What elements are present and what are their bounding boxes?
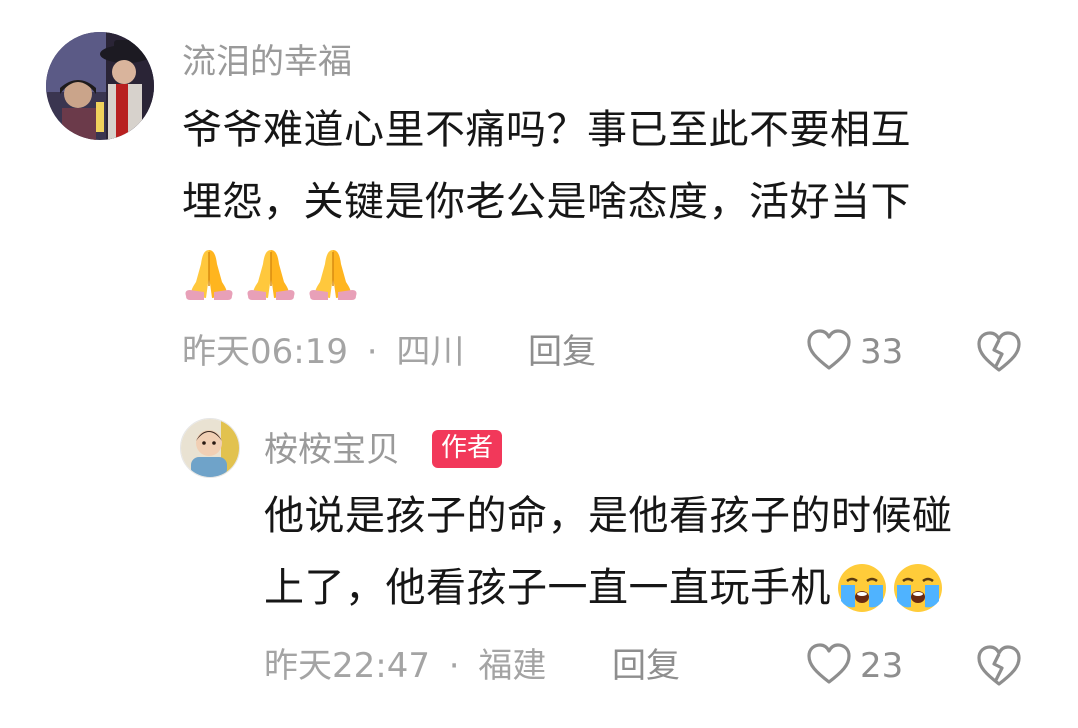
meta-separator: · [366,332,378,372]
reply-line-with-emoji: 上了，他看孩子一直一直玩手机 [264,552,953,624]
reply-line: 他说是孩子的命，是他看孩子的时候碰 [264,493,953,539]
folded-hands-emoji [182,246,236,302]
dislike-button[interactable] [976,644,1022,692]
like-count: 33 [860,332,904,372]
reply-time: 昨天22:47 [264,646,430,686]
comment-line: 爷爷难道心里不痛吗？事已至此不要相互 [182,107,911,153]
broken-heart-outline-icon [976,645,1022,692]
comment-thread: 流泪的幸福 爷爷难道心里不痛吗？事已至此不要相互 埋怨，关键是你老公是啥态度，活… [0,0,1078,728]
heart-outline-icon [806,328,852,376]
broken-heart-outline-icon [976,331,1022,378]
loudly-crying-face-emoji [891,561,945,615]
comment-body: 爷爷难道心里不痛吗？事已至此不要相互 埋怨，关键是你老公是啥态度，活好当下 [182,94,911,310]
reply-body: 他说是孩子的命，是他看孩子的时候碰 上了，他看孩子一直一直玩手机 [264,480,953,624]
like-count: 23 [860,646,904,686]
like-button[interactable]: 33 [806,328,903,376]
meta-separator: · [448,646,460,686]
comment-meta: 昨天06:19 · 四川 [182,332,464,372]
folded-hands-emoji [306,246,360,302]
loudly-crying-face-emoji [835,561,889,615]
reply-meta: 昨天22:47 · 福建 [264,646,546,686]
reply-location: 福建 [478,646,547,686]
commenter-username[interactable]: 流泪的幸福 [182,42,352,82]
like-button[interactable]: 23 [806,642,903,690]
dislike-button[interactable] [976,330,1022,378]
author-username[interactable]: 桉桉宝贝 [264,430,400,470]
reply-button[interactable]: 回复 [528,332,596,372]
comment-line: 埋怨，关键是你老公是啥态度，活好当下 [182,179,911,225]
reply-button[interactable]: 回复 [612,646,680,686]
folded-hands-emoji [244,246,298,302]
reply-line: 上了，他看孩子一直一直玩手机 [264,565,831,611]
author-badge: 作者 [432,430,503,468]
comment-location: 四川 [396,332,465,372]
comment-time: 昨天06:19 [182,332,348,372]
heart-outline-icon [806,642,852,690]
author-avatar[interactable] [180,418,240,478]
comment-emoji-line [182,238,911,310]
commenter-avatar[interactable] [46,32,154,140]
